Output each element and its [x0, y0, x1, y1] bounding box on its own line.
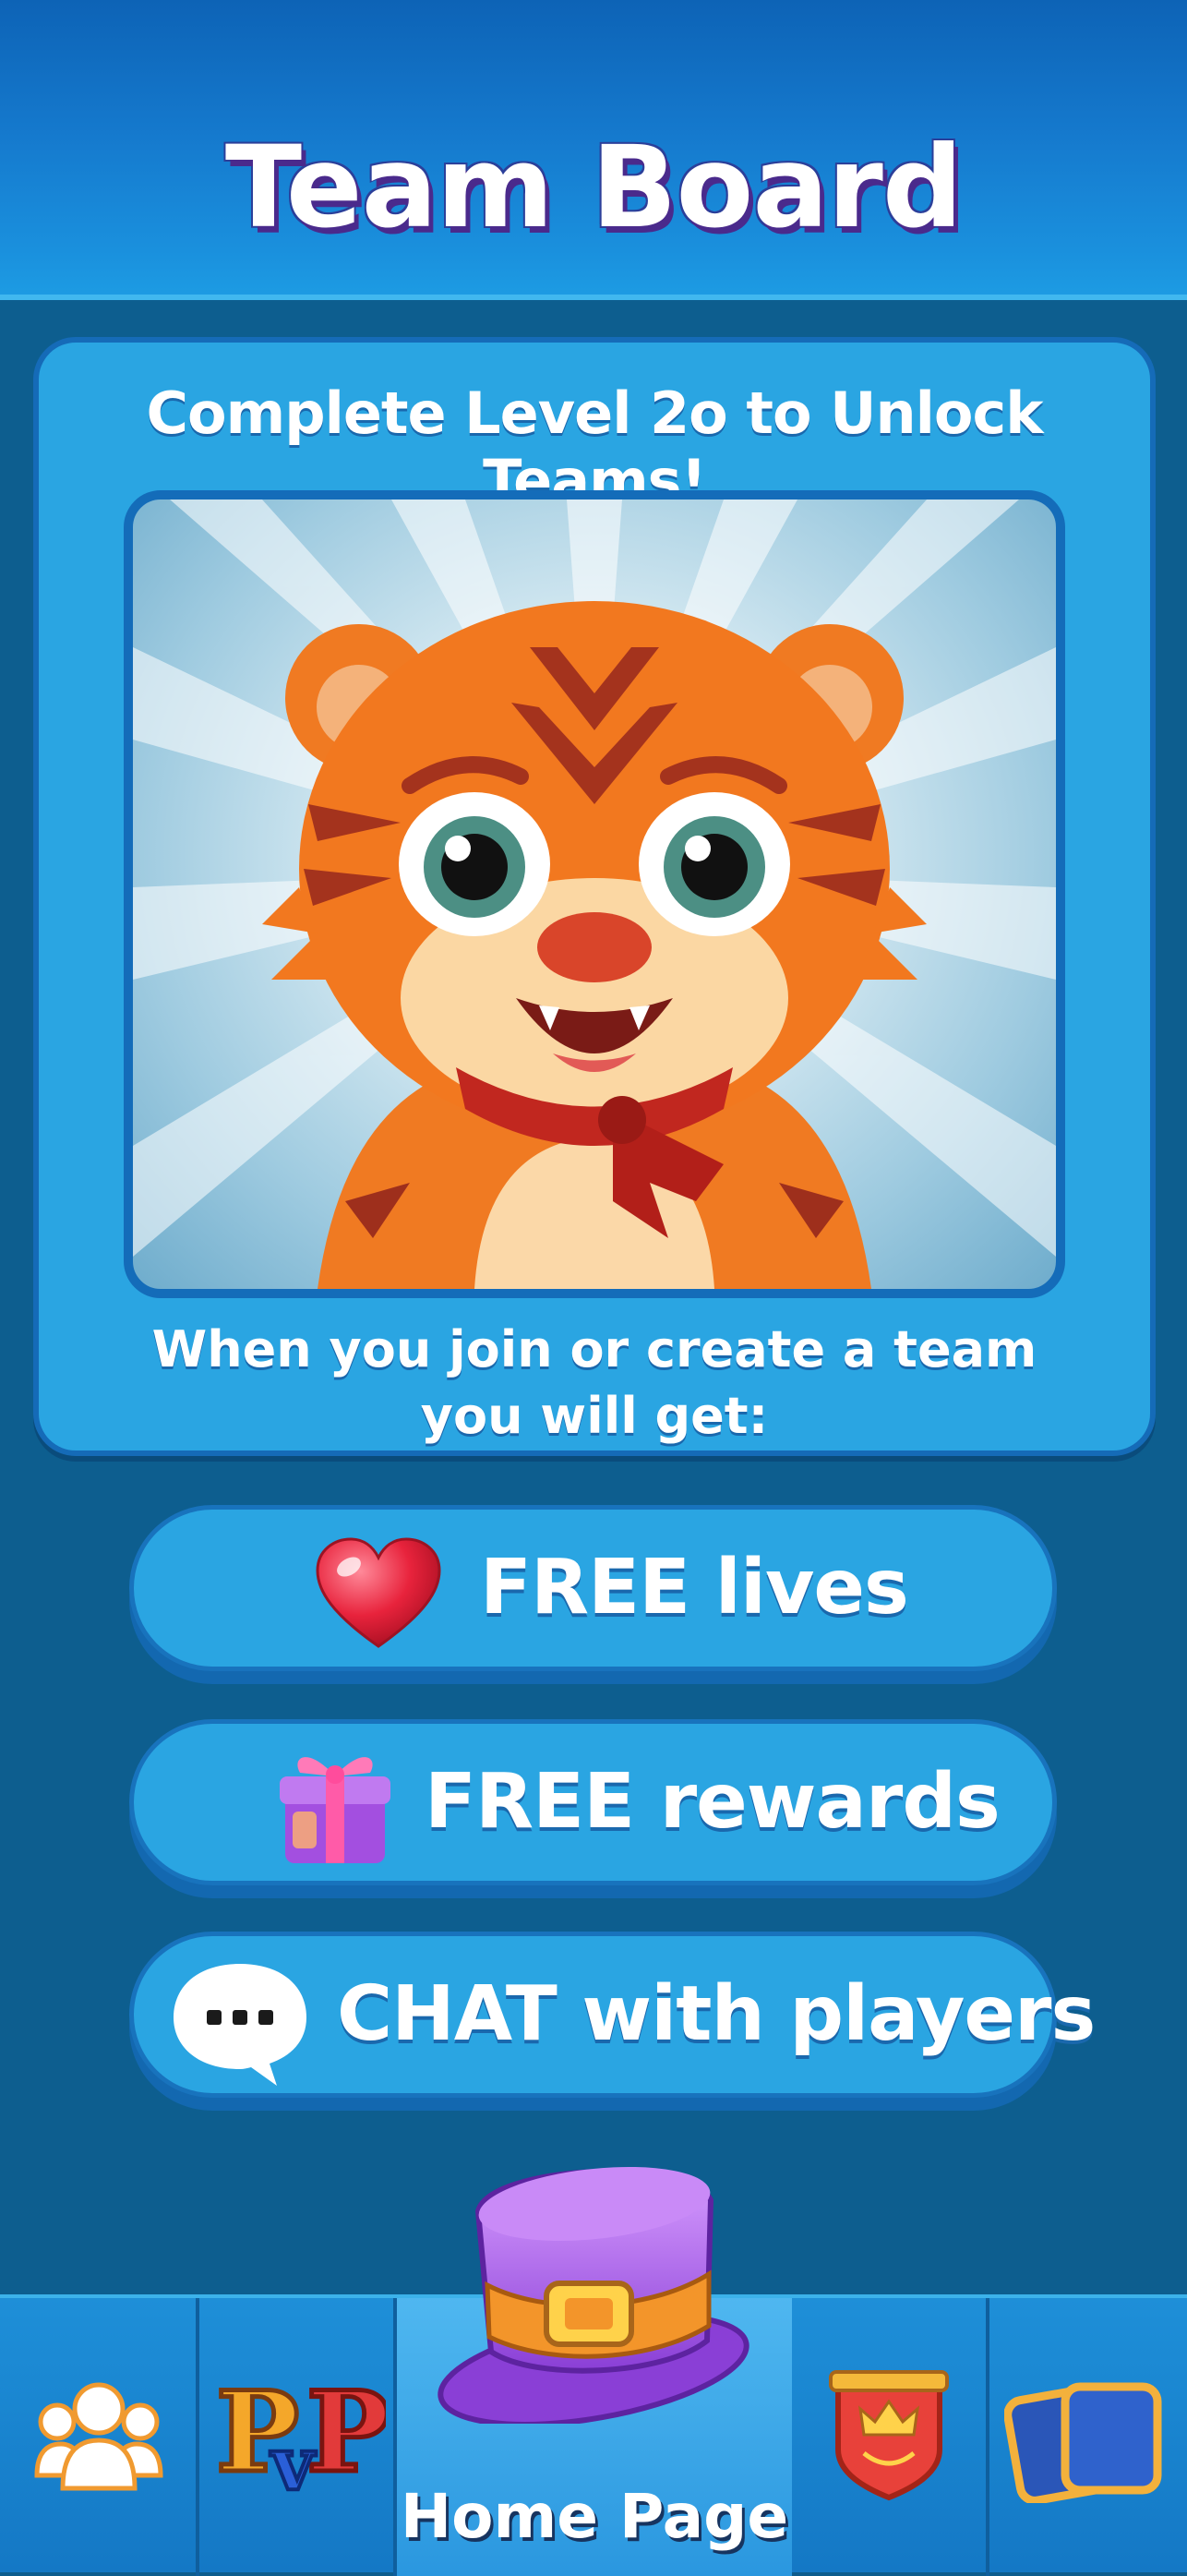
free-lives-label: FREE lives	[480, 1544, 909, 1631]
nav-tab-collection[interactable]	[989, 2298, 1187, 2576]
top-hat-icon	[438, 2166, 749, 2424]
svg-text:P: P	[306, 2367, 386, 2497]
free-rewards-button[interactable]: FREE rewards	[129, 1719, 1057, 1885]
heart-icon	[316, 1537, 441, 1648]
free-rewards-label: FREE rewards	[425, 1758, 1001, 1846]
pvp-icon: P P v	[214, 2367, 387, 2497]
cards-icon	[1004, 2382, 1162, 2503]
chat-with-players-label: CHAT with players	[337, 1970, 1096, 2058]
team-people-icon	[34, 2382, 163, 2491]
gift-icon	[280, 1757, 390, 1863]
nav-tab-leaderboard[interactable]	[792, 2298, 989, 2576]
nav-tab-team[interactable]	[0, 2298, 199, 2576]
page-title: Team Board	[224, 122, 963, 253]
nav-tab-pvp[interactable]: P P v	[199, 2298, 397, 2576]
chat-with-players-button[interactable]: CHAT with players	[129, 1932, 1096, 2098]
benefits-intro: When you join or create a team you will …	[39, 1317, 1150, 1450]
svg-text:v: v	[270, 2420, 317, 2497]
tiger-mascot-frame	[124, 490, 1065, 1298]
free-lives-button[interactable]: FREE lives	[129, 1505, 1057, 1671]
tiger-mascot-image	[133, 500, 1056, 1289]
home-page-label: Home Page	[400, 2481, 789, 2552]
benefits-intro-line2: you will get:	[420, 1387, 769, 1445]
chat-bubble-icon	[174, 1964, 306, 2086]
top-header: Team Board	[0, 0, 1187, 300]
unlock-teams-card: Complete Level 2o to Unlock Teams! When …	[33, 337, 1156, 1456]
crown-shield-icon	[829, 2370, 949, 2501]
benefits-intro-line1: When you join or create a team	[151, 1320, 1037, 1378]
